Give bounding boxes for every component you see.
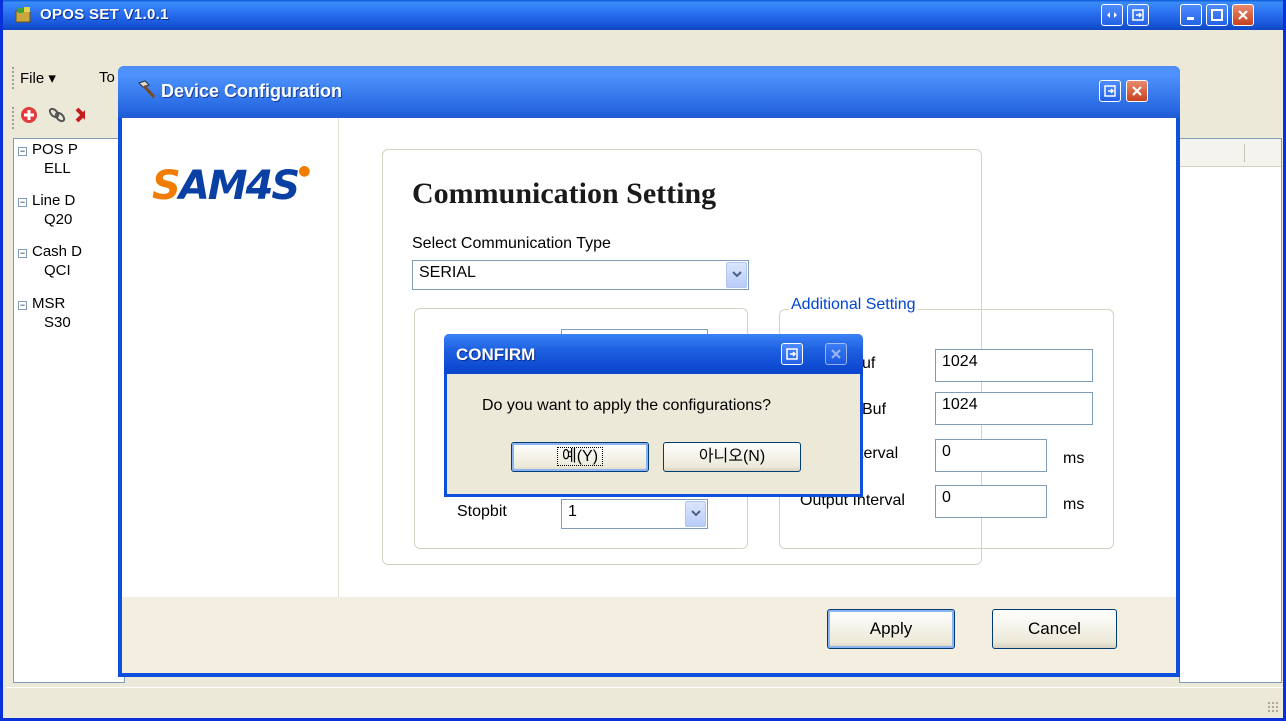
hammer-icon: [135, 79, 157, 105]
close-button-disabled: [825, 343, 847, 365]
restore-arrows-icon[interactable]: [1101, 4, 1123, 26]
yes-button-label: 예(Y): [556, 447, 604, 466]
close-button[interactable]: [1232, 4, 1254, 26]
tree-item-line-display[interactable]: Line D: [32, 192, 75, 209]
menubar-grip: [12, 67, 14, 89]
tree-item-pos-printer[interactable]: POS P: [32, 141, 78, 158]
tree-item-cash-drawer[interactable]: Cash D: [32, 243, 82, 260]
app-icon: [15, 6, 33, 24]
page-title: Communication Setting: [412, 177, 717, 210]
input-interval-input[interactable]: 0: [935, 439, 1047, 472]
chevron-down-icon[interactable]: [726, 262, 747, 288]
unit-ms: ms: [1063, 496, 1085, 513]
tree-item-s30[interactable]: S30: [44, 314, 71, 331]
chevron-down-icon[interactable]: [685, 501, 706, 527]
field-label: terval: [859, 445, 899, 462]
properties-pane: [1179, 138, 1282, 683]
stopbit-label: Stopbit: [457, 503, 507, 520]
dock-icon[interactable]: [1127, 4, 1149, 26]
send-buffer-input[interactable]: 1024: [935, 392, 1093, 425]
resize-grip-icon[interactable]: [1267, 701, 1279, 713]
tree-item-q20[interactable]: Q20: [44, 211, 72, 228]
device-config-title: Device Configuration: [161, 81, 343, 101]
field-label: Buf: [862, 401, 887, 418]
receive-buffer-input[interactable]: 1024: [935, 349, 1093, 382]
maximize-button[interactable]: [1206, 4, 1228, 26]
menu-file[interactable]: File ▾: [20, 69, 56, 87]
device-config-titlebar[interactable]: Device Configuration: [118, 66, 1180, 118]
tree-item-ell[interactable]: ELL: [44, 160, 71, 177]
divider: [338, 118, 339, 597]
main-titlebar[interactable]: OPOS SET V1.0.1: [3, 0, 1283, 30]
minimize-button[interactable]: [1180, 4, 1202, 26]
additional-setting-label: Additional Setting: [789, 296, 918, 314]
stopbit-select[interactable]: 1: [561, 499, 708, 529]
tree-collapse-icon[interactable]: −: [18, 301, 27, 310]
no-button-label: 아니오(N): [698, 448, 766, 465]
device-tree[interactable]: − POS P ELL − Line D Q20 − Cash D QCI − …: [13, 138, 125, 683]
apply-button[interactable]: Apply: [827, 609, 955, 649]
link-icon[interactable]: [47, 105, 67, 125]
comm-type-select[interactable]: SERIAL: [412, 260, 749, 290]
confirm-title: CONFIRM: [456, 345, 536, 364]
confirm-dialog: CONFIRM Do you want to apply the configu…: [444, 334, 863, 497]
tree-collapse-icon[interactable]: −: [18, 147, 27, 156]
dock-icon[interactable]: [1099, 80, 1121, 102]
main-window-title: OPOS SET V1.0.1: [40, 6, 169, 23]
dock-icon[interactable]: [781, 343, 803, 365]
device-config-footer: Apply Cancel: [122, 597, 1176, 673]
comm-type-label: Select Communication Type: [412, 235, 611, 252]
output-interval-input[interactable]: 0: [935, 485, 1047, 518]
confirm-message: Do you want to apply the configurations?: [482, 397, 772, 414]
field-label: uf: [862, 355, 876, 372]
tree-item-qci[interactable]: QCI: [44, 262, 71, 279]
add-device-icon[interactable]: [19, 105, 39, 125]
column-header: [1180, 139, 1281, 167]
stopbit-value: 1: [568, 503, 577, 520]
status-bar: [6, 687, 1283, 717]
confirm-titlebar[interactable]: CONFIRM: [444, 334, 863, 374]
tree-collapse-icon[interactable]: −: [18, 198, 27, 207]
comm-type-value: SERIAL: [419, 264, 476, 281]
cancel-button[interactable]: Cancel: [992, 609, 1117, 649]
toolbar-grip: [12, 107, 14, 129]
sam4s-logo: SAM4S●: [152, 163, 310, 209]
no-button[interactable]: 아니오(N): [663, 442, 801, 472]
yes-button[interactable]: 예(Y): [511, 442, 649, 472]
tree-collapse-icon[interactable]: −: [18, 249, 27, 258]
menu-tools[interactable]: To: [99, 69, 115, 86]
tree-item-msr[interactable]: MSR: [32, 295, 65, 312]
unit-ms: ms: [1063, 450, 1085, 467]
close-button[interactable]: [1126, 80, 1148, 102]
delete-icon[interactable]: [73, 105, 85, 125]
